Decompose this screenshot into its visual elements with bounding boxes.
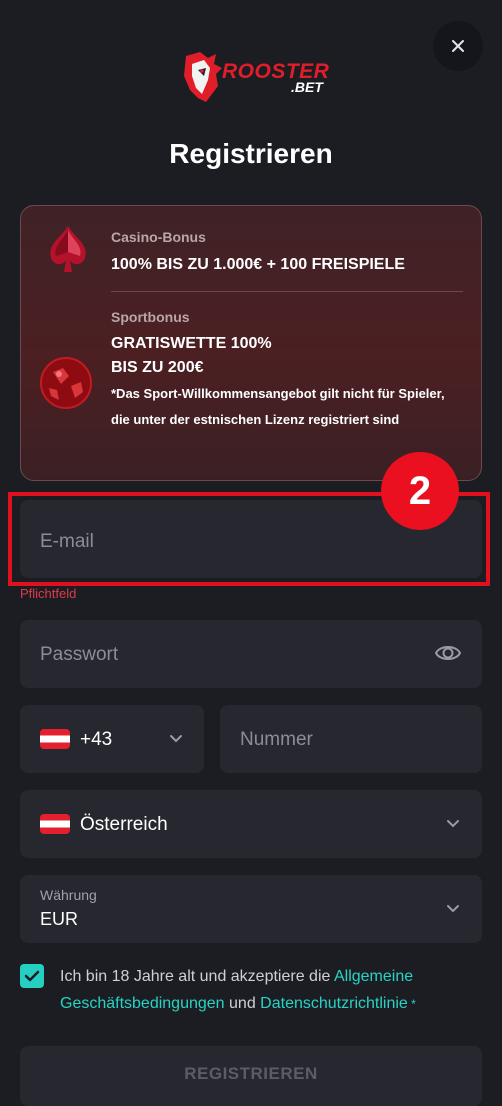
- chevron-down-icon: [170, 735, 182, 743]
- close-icon: [452, 40, 464, 52]
- terms-text: Ich bin 18 Jahre alt und akzeptiere die …: [60, 963, 490, 1018]
- country-select[interactable]: Österreich: [20, 790, 482, 858]
- register-button[interactable]: REGISTRIEREN: [20, 1046, 482, 1106]
- casino-bonus-value: 100% BIS ZU 1.000€ + 100 FREISPIELE: [111, 256, 405, 273]
- privacy-link[interactable]: Datenschutzrichtlinie: [260, 995, 408, 1012]
- country-value: Österreich: [80, 814, 168, 835]
- terms-checkbox[interactable]: [20, 964, 44, 988]
- logo-text-sub: .BET: [291, 79, 323, 95]
- email-error-text: Pflichtfeld: [20, 586, 77, 601]
- terms-prefix: Ich bin 18 Jahre alt und akzeptiere die: [60, 968, 334, 985]
- phone-number-placeholder: Nummer: [240, 729, 313, 750]
- rooster-bet-logo: ROOSTER .BET: [178, 50, 329, 106]
- step-badge: 2: [381, 452, 459, 530]
- casino-gem-icon: [50, 226, 86, 272]
- currency-value: EUR: [40, 909, 79, 929]
- phone-number-field[interactable]: Nummer: [220, 705, 482, 773]
- close-button[interactable]: [433, 21, 483, 71]
- sport-bonus-label: Sportbonus: [111, 309, 190, 325]
- bonus-card: Casino-Bonus 100% BIS ZU 1.000€ + 100 FR…: [20, 205, 482, 481]
- eye-icon[interactable]: [434, 642, 462, 664]
- terms-required-mark: *: [407, 997, 416, 1011]
- austria-flag-icon: [40, 729, 70, 749]
- sport-ball-icon: [40, 357, 92, 409]
- austria-flag-icon: [40, 814, 70, 834]
- sport-bonus-value-line1: GRATISWETTE 100%: [111, 335, 272, 352]
- rooster-logo-icon: [184, 52, 222, 102]
- check-icon: [24, 970, 40, 982]
- chevron-down-icon: [447, 905, 459, 913]
- casino-bonus-label: Casino-Bonus: [111, 229, 206, 245]
- bonus-divider: [111, 291, 463, 292]
- phone-code-select[interactable]: +43: [20, 705, 204, 773]
- terms-mid: und: [224, 995, 261, 1012]
- page-title: Registrieren: [169, 138, 333, 169]
- currency-select[interactable]: Währung EUR: [20, 875, 482, 943]
- sport-bonus-note: *Das Sport-Willkommensangebot gilt nicht…: [111, 386, 445, 427]
- sport-bonus-value-line2: BIS ZU 200€: [111, 359, 204, 376]
- password-placeholder: Passwort: [40, 644, 119, 665]
- currency-label: Währung: [40, 887, 97, 903]
- password-field[interactable]: Passwort: [20, 620, 482, 688]
- chevron-down-icon: [447, 820, 459, 828]
- phone-code-value: +43: [80, 729, 113, 750]
